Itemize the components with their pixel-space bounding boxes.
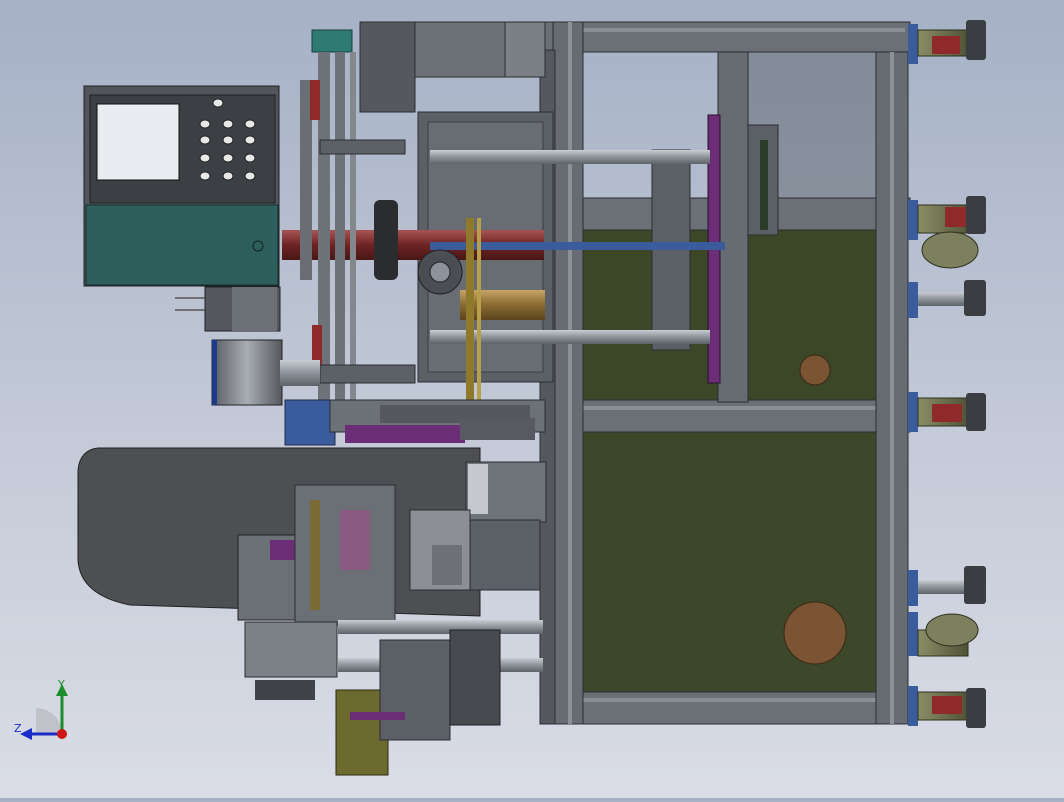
- copper-disc-large: [783, 601, 847, 665]
- control-cabinet[interactable]: [83, 85, 280, 287]
- machine-model[interactable]: [0, 0, 1064, 798]
- orientation-triad: Y Z: [12, 676, 76, 746]
- y-axis-label: Y: [57, 678, 65, 691]
- triad-quadrant: [36, 708, 62, 734]
- touch-screen[interactable]: [96, 103, 180, 181]
- z-axis-arrow-icon: [20, 728, 32, 740]
- left-actuators[interactable]: [175, 286, 336, 446]
- copper-disc-small: [799, 354, 831, 386]
- casters[interactable]: [908, 20, 986, 728]
- main-frame[interactable]: [539, 21, 911, 725]
- cad-viewport[interactable]: [0, 0, 1064, 798]
- z-axis-label: Z: [14, 722, 22, 735]
- x-axis-dot-icon: [57, 729, 67, 739]
